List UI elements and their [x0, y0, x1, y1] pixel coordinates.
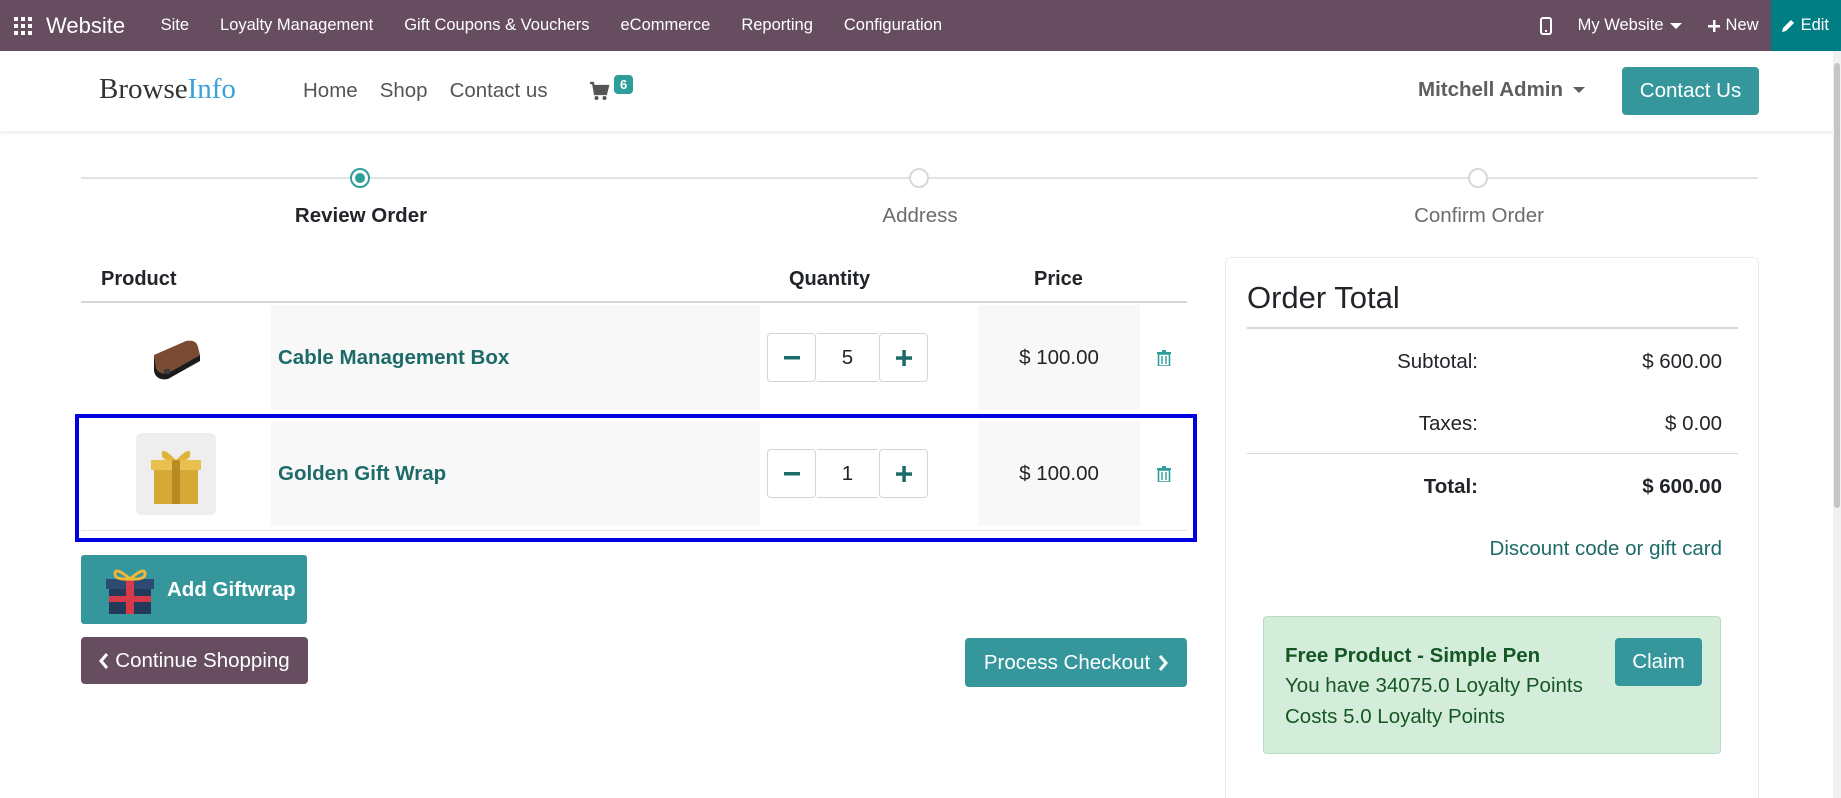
loyalty-reward-card: Free Product - Simple Pen You have 34075…: [1263, 616, 1721, 754]
reward-points-cost: Costs 5.0 Loyalty Points: [1285, 705, 1505, 728]
discount-code-link[interactable]: Discount code or gift card: [1490, 537, 1722, 561]
col-header-price: Price: [1034, 268, 1083, 290]
product-name-cell: Cable Management Box: [271, 305, 760, 410]
subtotal-label: Subtotal:: [1397, 350, 1478, 373]
add-giftwrap-label: Add Giftwrap: [167, 577, 296, 601]
total-divider: [1247, 453, 1738, 454]
step-label-review: Review Order: [294, 204, 428, 227]
contact-us-button[interactable]: Contact Us: [1622, 67, 1759, 115]
quantity-input[interactable]: 5: [817, 333, 878, 382]
menu-item-ecommerce[interactable]: eCommerce: [605, 0, 726, 51]
edit-label: Edit: [1800, 16, 1829, 34]
selection-highlight: [75, 414, 1197, 542]
apps-grid-icon[interactable]: [0, 0, 46, 51]
trash-icon: [1156, 349, 1171, 366]
claim-reward-button[interactable]: Claim: [1615, 638, 1702, 686]
chevron-right-icon: [1159, 654, 1169, 671]
reward-points-balance: You have 34075.0 Loyalty Points: [1285, 674, 1583, 697]
product-name-link[interactable]: Cable Management Box: [278, 346, 509, 370]
mobile-preview-icon[interactable]: [1526, 16, 1566, 35]
increase-quantity-button[interactable]: [879, 333, 928, 382]
nav-contact-us[interactable]: Contact us: [450, 79, 548, 103]
plus-icon: [895, 349, 912, 366]
site-logo[interactable]: BrowseInfo: [99, 73, 236, 106]
step-label-address: Address: [882, 204, 958, 227]
new-button[interactable]: New: [1696, 16, 1771, 35]
chevron-down-icon: [1669, 22, 1682, 29]
step-label-confirm: Confirm Order: [1414, 204, 1544, 227]
user-name: Mitchell Admin: [1418, 78, 1564, 101]
menu-item-configuration[interactable]: Configuration: [828, 0, 957, 51]
col-header-product: Product: [101, 268, 177, 290]
product-price: $ 100.00: [978, 305, 1140, 410]
product-image[interactable]: [81, 305, 271, 410]
continue-shopping-button[interactable]: Continue Shopping: [81, 637, 308, 684]
chevron-down-icon: [1573, 87, 1586, 93]
page-scrollbar[interactable]: [1833, 51, 1841, 798]
order-total-divider: [1247, 327, 1738, 329]
menu-item-loyalty-management[interactable]: Loyalty Management: [205, 0, 389, 51]
edit-button[interactable]: Edit: [1770, 0, 1841, 51]
cart-count-badge: 6: [614, 75, 634, 94]
process-checkout-label: Process Checkout: [983, 650, 1151, 674]
main-nav: Home Shop Contact us: [303, 51, 570, 131]
pencil-icon: [1781, 19, 1794, 32]
step-dot-review: [350, 168, 370, 188]
decrease-quantity-button[interactable]: [767, 333, 816, 382]
process-checkout-button[interactable]: Process Checkout: [965, 638, 1187, 687]
reward-title: Free Product - Simple Pen: [1285, 644, 1541, 667]
nav-shop[interactable]: Shop: [380, 79, 428, 103]
app-brand[interactable]: Website: [46, 13, 125, 39]
logo-text-browse: Browse: [99, 73, 188, 105]
cart-icon: [590, 81, 610, 100]
taxes-value: $ 0.00: [1665, 412, 1722, 435]
website-switcher[interactable]: My Website: [1566, 16, 1696, 35]
step-dot-confirm: [1468, 168, 1488, 188]
cart-link[interactable]: 6: [589, 75, 634, 108]
order-total-title: Order Total: [1247, 280, 1400, 315]
delete-line-button[interactable]: [1140, 305, 1187, 410]
top-menu: Site Loyalty Management Gift Coupons & V…: [145, 0, 957, 51]
chevron-left-icon: [99, 652, 109, 669]
new-label: New: [1725, 16, 1759, 34]
plus-icon: [1707, 19, 1720, 32]
admin-topbar: Website Site Loyalty Management Gift Cou…: [0, 0, 1841, 51]
cable-box-image: [154, 340, 200, 379]
order-total-panel: Order Total Subtotal: $ 600.00 Taxes: $ …: [1225, 257, 1759, 798]
website-switcher-label: My Website: [1577, 16, 1664, 34]
topbar-right: My Website New Edit: [1526, 0, 1841, 51]
logo-text-info: Info: [187, 73, 236, 105]
user-menu[interactable]: Mitchell Admin: [1418, 78, 1586, 102]
minus-icon: [783, 355, 800, 359]
total-value: $ 600.00: [1642, 475, 1722, 498]
total-label: Total:: [1423, 475, 1478, 498]
taxes-label: Taxes:: [1418, 412, 1478, 435]
col-header-quantity: Quantity: [789, 268, 871, 290]
menu-item-reporting[interactable]: Reporting: [726, 0, 829, 51]
add-giftwrap-button[interactable]: Add Giftwrap: [81, 555, 307, 624]
gift-icon: [106, 568, 154, 614]
table-row: Cable Management Box 5 $ 100.00: [81, 305, 1187, 410]
table-header-divider: [81, 301, 1187, 303]
scrollbar-thumb[interactable]: [1834, 63, 1840, 508]
site-header: BrowseInfo Home Shop Contact us 6 Mitche…: [0, 51, 1841, 131]
menu-item-site[interactable]: Site: [145, 0, 204, 51]
step-dot-address: [909, 168, 929, 188]
menu-item-gift-coupons[interactable]: Gift Coupons & Vouchers: [389, 0, 605, 51]
subtotal-value: $ 600.00: [1642, 350, 1722, 373]
nav-home[interactable]: Home: [303, 79, 358, 103]
continue-shopping-label: Continue Shopping: [115, 648, 290, 672]
